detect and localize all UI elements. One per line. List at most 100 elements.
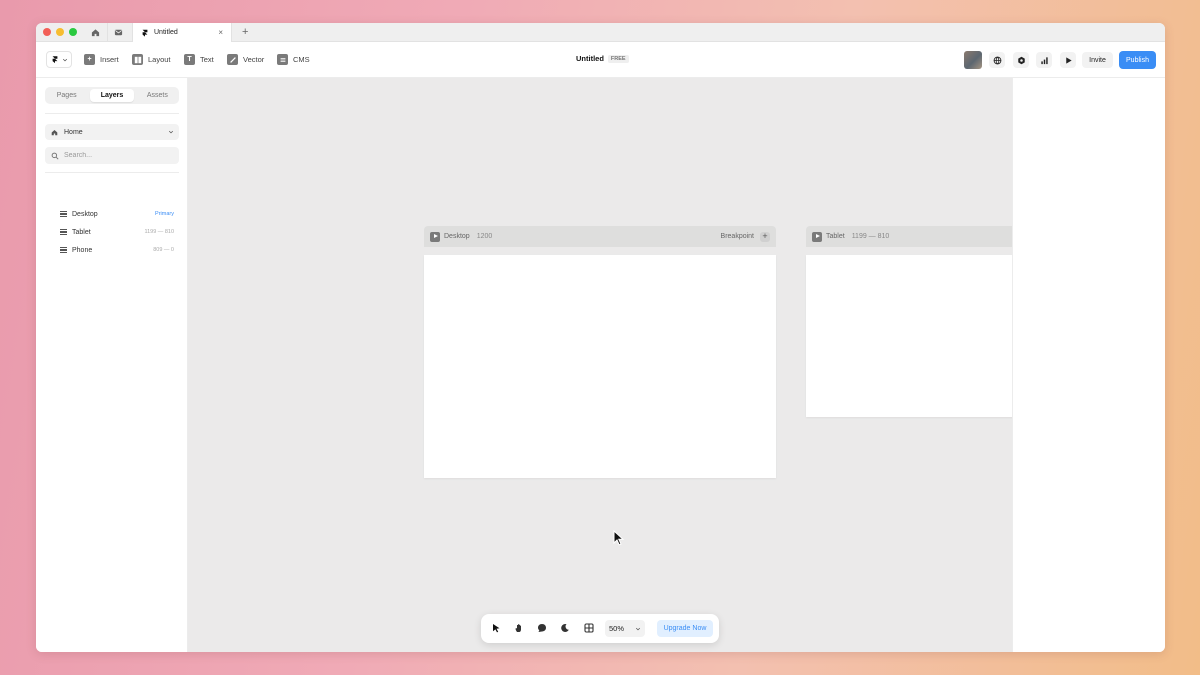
plus-icon: + xyxy=(84,54,95,65)
breakpoint-icon xyxy=(60,229,67,235)
layout-label: Layout xyxy=(148,55,171,64)
document-title-text: Untitled xyxy=(576,54,604,63)
cms-button[interactable]: CMS xyxy=(277,52,310,67)
tab-layers[interactable]: Layers xyxy=(90,89,134,102)
cms-label: CMS xyxy=(293,55,310,64)
insert-button[interactable]: + Insert xyxy=(84,52,119,67)
close-tab-icon[interactable]: × xyxy=(218,28,223,37)
mail-icon xyxy=(114,29,123,36)
play-icon[interactable] xyxy=(812,231,822,242)
layer-meta: Primary xyxy=(155,211,174,217)
comment-icon xyxy=(538,624,546,632)
avatar[interactable] xyxy=(964,51,982,69)
new-tab-button[interactable]: + xyxy=(242,23,248,42)
zoom-value: 50% xyxy=(609,624,625,633)
chevron-down-icon xyxy=(62,58,68,61)
minimize-window-button[interactable] xyxy=(56,28,64,36)
chevron-down-icon xyxy=(635,627,641,630)
layout-button[interactable]: Layout xyxy=(132,52,171,67)
home-tab-button[interactable] xyxy=(84,23,106,42)
left-sidebar: Pages Layers Assets Home Desktop Primary… xyxy=(36,78,188,652)
main-toolbar: + Insert Layout T Text Vector CMS Untitl… xyxy=(36,42,1165,78)
document-title[interactable]: Untitled FREE xyxy=(576,54,629,63)
maximize-window-button[interactable] xyxy=(69,28,77,36)
breakpoint-icon xyxy=(60,247,67,253)
comment-tool-button[interactable] xyxy=(535,621,549,635)
main-menu-button[interactable] xyxy=(46,51,72,68)
hand-icon xyxy=(515,624,521,632)
play-icon[interactable] xyxy=(430,231,440,242)
app-window: Untitled × + + Insert Layout T Text Vect… xyxy=(36,23,1165,652)
add-breakpoint-button[interactable]: + xyxy=(760,231,770,242)
tablet-frame-header[interactable]: Tablet 1199 — 810 xyxy=(806,226,1012,247)
layer-name: Phone xyxy=(72,246,93,254)
document-tab-title: Untitled xyxy=(154,29,178,36)
design-canvas[interactable]: Desktop 1200 Breakpoint + Tablet 1199 — … xyxy=(188,78,1012,652)
close-window-button[interactable] xyxy=(43,28,51,36)
layer-meta: 809 — 0 xyxy=(153,247,174,253)
chevron-down-icon xyxy=(168,130,174,134)
framer-logo-icon xyxy=(142,29,148,37)
grid-icon xyxy=(584,623,594,633)
preview-button[interactable] xyxy=(1060,52,1076,68)
breakpoint-icon xyxy=(60,211,67,217)
vector-button[interactable]: Vector xyxy=(227,52,264,67)
document-tab[interactable]: Untitled × xyxy=(132,23,232,42)
layer-meta: 1199 — 810 xyxy=(144,229,174,235)
frame-label: Desktop xyxy=(444,233,470,240)
desktop-frame-header[interactable]: Desktop 1200 Breakpoint + xyxy=(424,226,776,247)
home-icon xyxy=(51,129,58,135)
vector-label: Vector xyxy=(243,55,265,64)
layer-name: Tablet xyxy=(72,228,91,236)
mouse-cursor-icon xyxy=(613,530,625,546)
invite-button[interactable]: Invite xyxy=(1082,52,1113,68)
text-label: Text xyxy=(200,55,214,64)
sidebar-divider xyxy=(45,113,179,114)
layout-icon xyxy=(132,54,143,65)
insert-label: Insert xyxy=(100,55,119,64)
page-selector-value: Home xyxy=(64,128,83,136)
grid-button[interactable] xyxy=(582,621,596,635)
properties-panel xyxy=(1012,78,1165,652)
title-bar: Untitled × + xyxy=(36,23,1165,42)
play-icon xyxy=(1065,56,1072,64)
page-selector[interactable]: Home xyxy=(45,124,179,140)
vector-icon xyxy=(227,54,238,65)
cms-icon xyxy=(277,54,288,65)
mail-tab-button[interactable] xyxy=(107,23,129,42)
layer-search-input[interactable] xyxy=(45,147,179,164)
dark-mode-button[interactable] xyxy=(558,621,572,635)
home-icon xyxy=(91,29,99,37)
layer-item-phone[interactable]: Phone 809 — 0 xyxy=(60,244,176,256)
layer-item-desktop[interactable]: Desktop Primary xyxy=(60,208,176,220)
desktop-frame[interactable] xyxy=(424,255,776,478)
framer-logo-icon xyxy=(52,56,58,64)
select-tool-button[interactable] xyxy=(489,621,503,635)
tab-assets[interactable]: Assets xyxy=(136,87,179,104)
globe-button[interactable] xyxy=(989,52,1005,68)
sidebar-tabs: Pages Layers Assets xyxy=(45,87,179,104)
layer-item-tablet[interactable]: Tablet 1199 — 810 xyxy=(60,226,176,238)
canvas-toolbar: 50% Upgrade Now xyxy=(481,614,719,643)
text-button[interactable]: T Text xyxy=(184,52,214,67)
frame-size: 1199 — 810 xyxy=(851,233,890,240)
breakpoint-label[interactable]: Breakpoint xyxy=(721,233,754,240)
hand-tool-button[interactable] xyxy=(512,621,526,635)
moon-icon xyxy=(561,623,569,632)
tablet-frame[interactable] xyxy=(806,255,1012,417)
publish-button[interactable]: Publish xyxy=(1119,51,1156,69)
settings-button[interactable] xyxy=(1013,52,1029,68)
sidebar-divider xyxy=(45,172,179,173)
bar-chart-icon xyxy=(1040,56,1048,64)
upgrade-button[interactable]: Upgrade Now xyxy=(657,620,713,637)
text-icon: T xyxy=(184,54,195,65)
frame-size: 1200 xyxy=(476,233,493,240)
gear-icon xyxy=(1017,56,1025,64)
globe-icon xyxy=(993,56,1001,64)
zoom-select[interactable]: 50% xyxy=(605,620,645,637)
tab-pages[interactable]: Pages xyxy=(45,87,88,104)
analytics-button[interactable] xyxy=(1036,52,1052,68)
pointer-icon xyxy=(493,624,500,633)
frame-label: Tablet xyxy=(826,233,845,240)
search-icon xyxy=(51,152,59,160)
